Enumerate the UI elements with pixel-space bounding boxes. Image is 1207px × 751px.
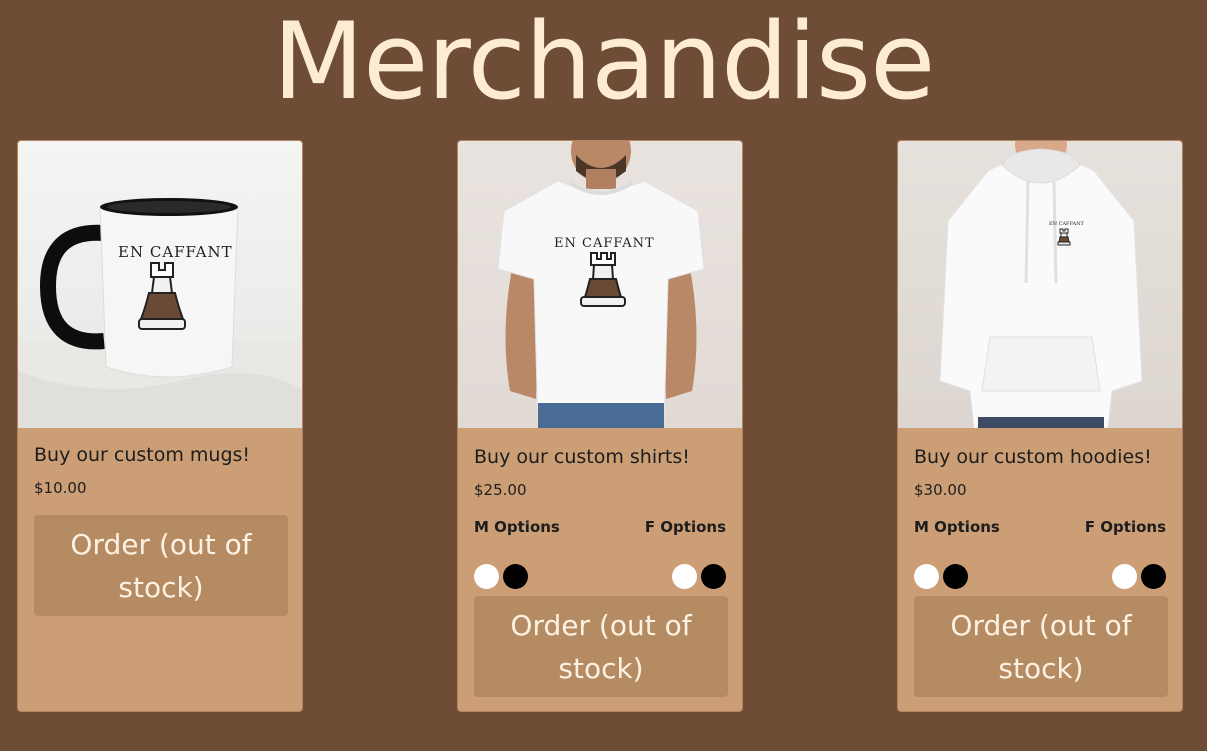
- product-title: Buy our custom mugs!: [34, 444, 251, 466]
- f-color-black-swatch[interactable]: [701, 564, 726, 589]
- page-title: Merchandise: [272, 0, 936, 123]
- product-card-shirts: EN CAFFANT Buy our custom shirts! $25.00…: [457, 140, 743, 712]
- mug-image: EN CAFFANT: [18, 141, 302, 428]
- order-button[interactable]: Order (out of stock): [914, 596, 1168, 697]
- product-title: Buy our custom shirts!: [474, 446, 690, 468]
- mug-print-text: EN CAFFANT: [118, 243, 233, 261]
- m-color-options: [474, 564, 528, 589]
- product-title: Buy our custom hoodies!: [914, 446, 1152, 468]
- m-options-label: M Options: [474, 518, 560, 536]
- product-card-mugs: EN CAFFANT Buy our custom mugs! $10.00 O…: [17, 140, 303, 712]
- m-color-black-swatch[interactable]: [943, 564, 968, 589]
- product-price: $30.00: [914, 481, 967, 499]
- f-color-options: [1112, 564, 1166, 589]
- hoodie-print-text: EN CAFFANT: [1049, 221, 1084, 227]
- hoodie-image: EN CAFFANT: [898, 141, 1182, 428]
- f-options-label: F Options: [644, 518, 726, 536]
- f-color-options: [672, 564, 726, 589]
- f-color-black-swatch[interactable]: [1141, 564, 1166, 589]
- f-color-white-swatch[interactable]: [1112, 564, 1137, 589]
- f-color-white-swatch[interactable]: [672, 564, 697, 589]
- m-color-white-swatch[interactable]: [914, 564, 939, 589]
- product-card-hoodies: EN CAFFANT Buy our custom hoodies! $30.0…: [897, 140, 1183, 712]
- shirt-image: EN CAFFANT: [458, 141, 742, 428]
- m-color-options: [914, 564, 968, 589]
- shirt-print-text: EN CAFFANT: [554, 236, 655, 251]
- product-price: $10.00: [34, 479, 87, 497]
- product-price: $25.00: [474, 481, 527, 499]
- m-color-black-swatch[interactable]: [503, 564, 528, 589]
- m-options-label: M Options: [914, 518, 1000, 536]
- m-color-white-swatch[interactable]: [474, 564, 499, 589]
- order-button[interactable]: Order (out of stock): [34, 515, 288, 616]
- f-options-label: F Options: [1084, 518, 1166, 536]
- order-button[interactable]: Order (out of stock): [474, 596, 728, 697]
